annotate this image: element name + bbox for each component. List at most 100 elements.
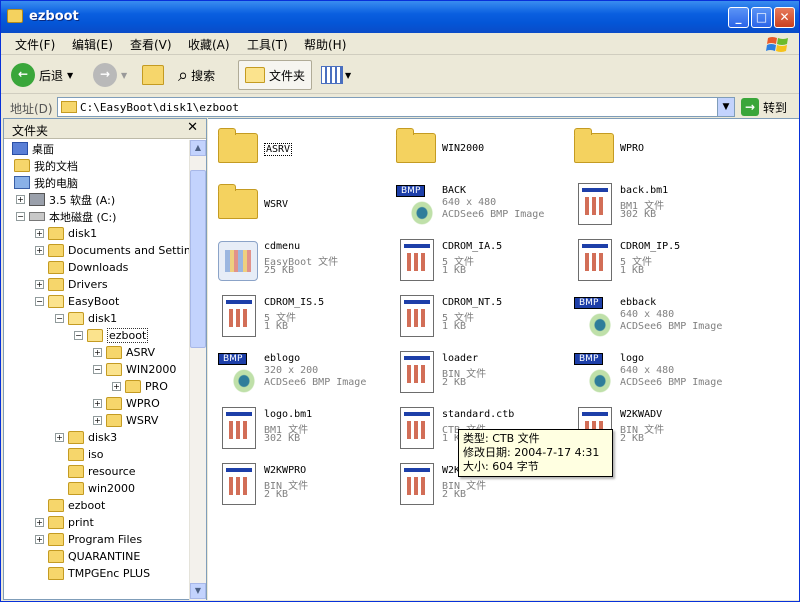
tree-item-win2000[interactable]: − WIN2000 bbox=[93, 361, 176, 378]
file-name: cdmenu bbox=[264, 241, 301, 252]
open-folder-icon bbox=[87, 329, 103, 342]
tree-label: WPRO bbox=[126, 397, 160, 410]
file-name: logo bbox=[620, 353, 645, 364]
go-button[interactable]: → 转到 bbox=[741, 98, 787, 116]
tree-item-iso[interactable]: iso bbox=[68, 446, 104, 463]
menu-help[interactable]: 帮助(H) bbox=[304, 36, 346, 53]
expand-icon[interactable]: + bbox=[16, 195, 25, 204]
tree-item-win2000-lower[interactable]: win2000 bbox=[68, 480, 135, 497]
expand-icon[interactable]: + bbox=[35, 229, 44, 238]
tree-item-pro[interactable]: + PRO bbox=[112, 378, 168, 395]
file-type: ACDSee6 BMP Image bbox=[620, 321, 723, 332]
collapse-icon[interactable]: − bbox=[74, 331, 83, 340]
expand-icon[interactable]: + bbox=[93, 399, 102, 408]
chevron-down-icon[interactable]: ▼ bbox=[717, 98, 734, 116]
menu-tools[interactable]: 工具(T) bbox=[247, 36, 288, 53]
expand-icon[interactable]: + bbox=[35, 246, 44, 255]
tree-scrollbar[interactable]: ▲ ▼ bbox=[189, 140, 206, 600]
tree-item-floppy[interactable]: +3.5 软盘 (A:) bbox=[16, 191, 115, 208]
file-item[interactable]: logo.bm1 BM1 文件 302 KB bbox=[212, 403, 390, 455]
views-button[interactable]: ▼ bbox=[321, 60, 351, 90]
close-icon[interactable]: ✕ bbox=[187, 120, 198, 135]
tree-item-asrv[interactable]: + ASRV bbox=[93, 344, 155, 361]
forward-button[interactable]: → ▼ bbox=[93, 60, 127, 90]
folders-pane: 文件夹 ✕ 桌面 我的文档 我的电脑 +3.5 软盘 (A:) − 本地磁盘 (C… bbox=[3, 118, 207, 600]
tree-item-drivers[interactable]: + Drivers bbox=[35, 276, 108, 293]
tooltip-modified: 修改日期: 2004-7-17 4:31 bbox=[463, 446, 600, 459]
menu-view[interactable]: 查看(V) bbox=[130, 36, 172, 53]
address-input[interactable]: C:\EasyBoot\disk1\ezboot ▼ bbox=[57, 97, 735, 117]
file-item[interactable]: BMP BACK 640 x 480 ACDSee6 BMP Image bbox=[390, 179, 568, 231]
tree-item-disk1[interactable]: + disk1 bbox=[35, 225, 97, 242]
expand-icon[interactable]: + bbox=[55, 433, 64, 442]
file-name: CDROM_IS.5 bbox=[264, 297, 325, 308]
maximize-button[interactable]: □ bbox=[751, 7, 772, 28]
expand-icon[interactable]: + bbox=[112, 382, 121, 391]
file-item[interactable]: BMP eblogo 320 x 200 ACDSee6 BMP Image bbox=[212, 347, 390, 399]
file-item[interactable]: loader BIN 文件 2 KB bbox=[390, 347, 568, 399]
scroll-down-icon[interactable]: ▼ bbox=[190, 583, 206, 599]
collapse-icon[interactable]: − bbox=[35, 297, 44, 306]
file-item[interactable]: WSRV bbox=[212, 179, 390, 231]
file-item[interactable]: CDROM_NT.5 5 文件 1 KB bbox=[390, 291, 568, 343]
file-item[interactable]: CDROM_IP.5 5 文件 1 KB bbox=[568, 235, 746, 287]
tree-item-documents-and-settings[interactable]: + Documents and Settin bbox=[35, 242, 189, 259]
tree-item-ezboot-root[interactable]: ezboot bbox=[48, 497, 105, 514]
scroll-up-icon[interactable]: ▲ bbox=[190, 140, 206, 156]
file-item[interactable]: back.bm1 BM1 文件 302 KB bbox=[568, 179, 746, 231]
expand-icon[interactable]: + bbox=[93, 416, 102, 425]
tree-label: Drivers bbox=[68, 278, 108, 291]
file-item[interactable]: CDROM_IA.5 5 文件 1 KB bbox=[390, 235, 568, 287]
tree-item-program-files[interactable]: + Program Files bbox=[35, 531, 142, 548]
file-item[interactable]: WIN2000 bbox=[390, 123, 568, 175]
tree-item-wpro[interactable]: + WPRO bbox=[93, 395, 160, 412]
file-item[interactable]: cdmenu EasyBoot 文件 25 KB bbox=[212, 235, 390, 287]
tree-item-easyboot[interactable]: − EasyBoot bbox=[35, 293, 119, 310]
file-item[interactable]: WPRO bbox=[568, 123, 746, 175]
title-bar[interactable]: ezboot _ □ ✕ bbox=[1, 1, 799, 33]
tree-item-quarantine[interactable]: QUARANTINE bbox=[48, 548, 140, 565]
file-item[interactable]: BMP logo 640 x 480 ACDSee6 BMP Image bbox=[568, 347, 746, 399]
tree-item-resource[interactable]: resource bbox=[68, 463, 136, 480]
folder-icon bbox=[396, 128, 436, 163]
scroll-thumb[interactable] bbox=[190, 170, 206, 348]
tree-item-downloads[interactable]: Downloads bbox=[48, 259, 128, 276]
close-button[interactable]: ✕ bbox=[774, 7, 795, 28]
folder-icon bbox=[48, 227, 64, 240]
menu-favorites[interactable]: 收藏(A) bbox=[188, 36, 230, 53]
menu-file[interactable]: 文件(F) bbox=[15, 36, 55, 53]
tree-label: disk1 bbox=[88, 312, 118, 325]
file-item[interactable]: CDROM_IS.5 5 文件 1 KB bbox=[212, 291, 390, 343]
collapse-icon[interactable]: − bbox=[55, 314, 64, 323]
search-button[interactable]: ⌕ 搜索 bbox=[178, 60, 215, 90]
file-name: ASRV bbox=[264, 143, 293, 156]
tree-item-easyboot-disk1[interactable]: − disk1 bbox=[55, 310, 117, 327]
tree-label: 本地磁盘 (C:) bbox=[49, 210, 117, 224]
folders-button[interactable]: 文件夹 bbox=[238, 60, 313, 90]
collapse-icon[interactable]: − bbox=[16, 212, 25, 221]
tree-item-tmpgenc-plus[interactable]: TMPGEnc PLUS bbox=[48, 565, 150, 582]
tree-item-disk3[interactable]: + disk3 bbox=[55, 429, 117, 446]
expand-icon[interactable]: + bbox=[35, 535, 44, 544]
minimize-button[interactable]: _ bbox=[728, 7, 749, 28]
tree-item-desktop[interactable]: 桌面 bbox=[12, 140, 54, 157]
folder-icon bbox=[48, 533, 64, 546]
back-button[interactable]: ← 后退 ▼ bbox=[11, 60, 73, 90]
file-item[interactable]: ASRV bbox=[212, 123, 390, 175]
file-detail: 640 x 480 bbox=[620, 309, 675, 320]
tree-item-print[interactable]: + print bbox=[35, 514, 94, 531]
file-item[interactable]: W2KWPRO BIN 文件 2 KB bbox=[212, 459, 390, 511]
tree-label: EasyBoot bbox=[68, 295, 120, 308]
expand-icon[interactable]: + bbox=[35, 518, 44, 527]
up-folder-button[interactable] bbox=[142, 60, 168, 90]
expand-icon[interactable]: + bbox=[93, 348, 102, 357]
tree-item-my-documents[interactable]: 我的文档 bbox=[14, 157, 78, 174]
expand-icon[interactable]: + bbox=[35, 280, 44, 289]
menu-edit[interactable]: 编辑(E) bbox=[72, 36, 113, 53]
tree-item-local-disk-c[interactable]: − 本地磁盘 (C:) bbox=[16, 208, 116, 225]
tree-item-ezboot-selected[interactable]: − ezboot bbox=[74, 327, 149, 344]
tree-item-my-computer[interactable]: 我的电脑 bbox=[14, 174, 78, 191]
collapse-icon[interactable]: − bbox=[93, 365, 102, 374]
file-item[interactable]: BMP ebback 640 x 480 ACDSee6 BMP Image bbox=[568, 291, 746, 343]
tree-item-wsrv[interactable]: + WSRV bbox=[93, 412, 158, 429]
